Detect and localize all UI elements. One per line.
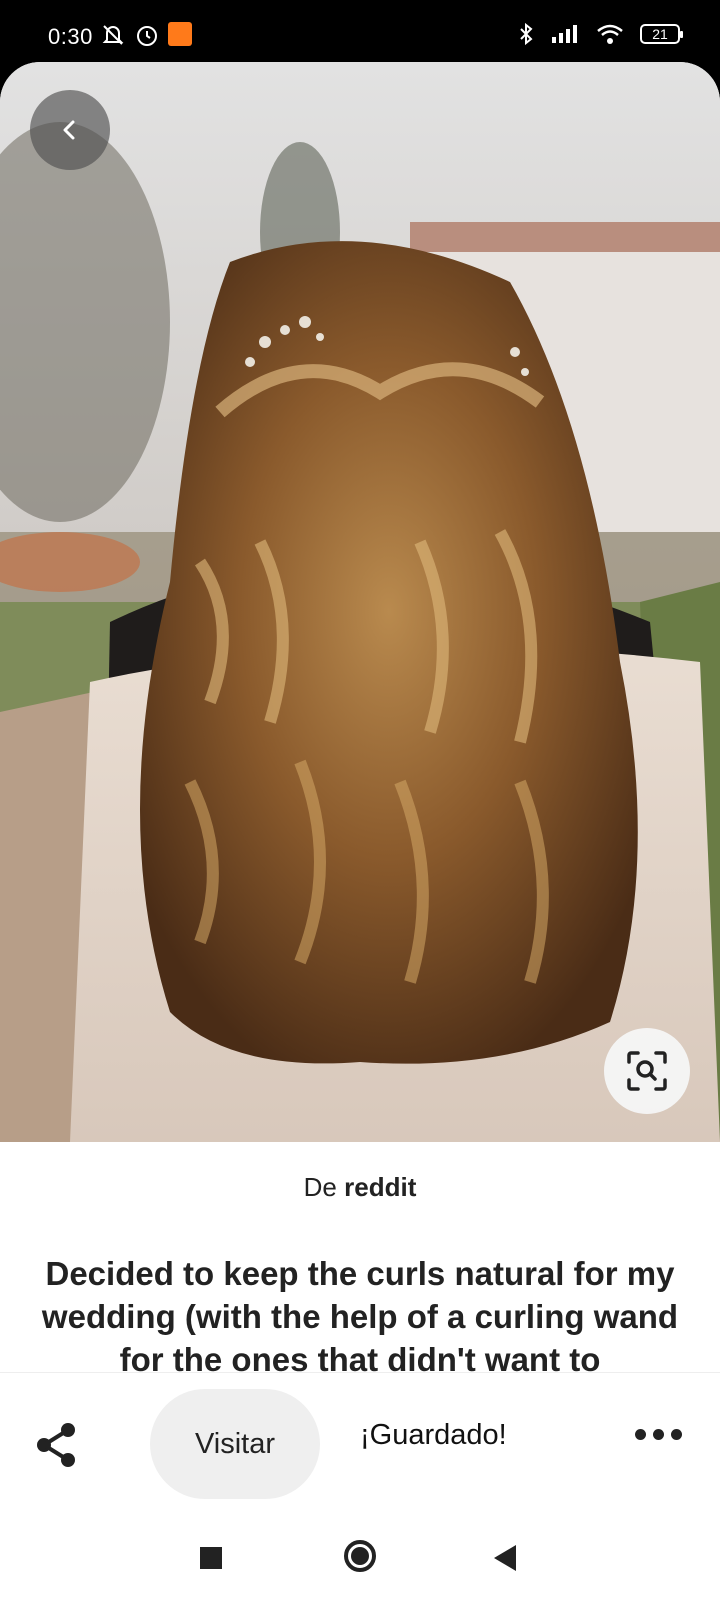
pin-card: De reddit Decided to keep the curls natu… [0,62,720,1512]
signal-icon [552,25,577,43]
battery-level: 21 [652,26,668,42]
visual-search-icon [627,1051,667,1091]
mute-notifications-icon [102,25,124,45]
alarm-icon [137,26,157,46]
pin-source[interactable]: De reddit [0,1172,720,1203]
home-button[interactable] [344,1540,376,1572]
status-right: 21 [518,22,683,46]
bluetooth-icon [520,22,533,46]
wifi-icon [597,24,623,44]
status-time: 0:30 [48,24,93,49]
source-prefix: De [303,1172,337,1202]
back-nav-button[interactable] [494,1545,516,1571]
share-icon[interactable] [34,1421,78,1469]
system-nav-bar [0,1512,720,1600]
more-icon[interactable] [635,1429,682,1440]
chevron-left-icon [63,120,75,140]
pin-title: Decided to keep the curls natural for my… [41,1255,679,1378]
visual-search-button[interactable] [604,1028,690,1114]
visit-button[interactable]: Visitar [150,1389,320,1499]
battery-icon: 21 [640,24,683,44]
source-name: reddit [344,1172,417,1202]
pin-image[interactable] [0,62,720,1142]
saved-button[interactable]: ¡Guardado! [360,1419,507,1452]
back-button[interactable] [30,90,110,170]
app-notification-icon [168,22,192,46]
hair-photo [0,62,720,1142]
recents-button[interactable] [200,1547,222,1569]
pin-action-bar: Visitar ¡Guardado! [0,1372,720,1513]
